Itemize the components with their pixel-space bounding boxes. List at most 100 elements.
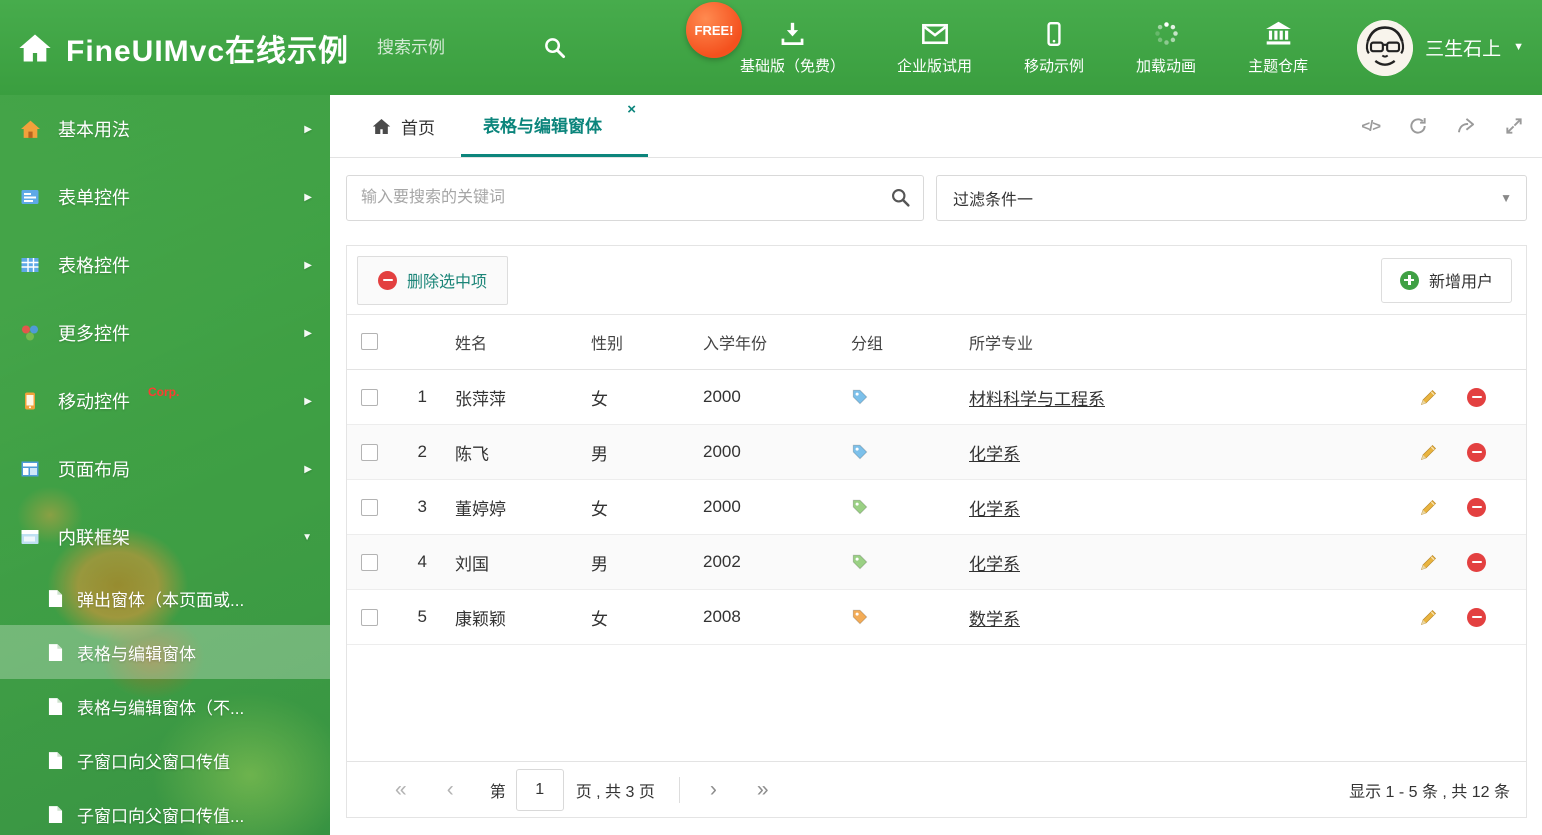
sidebar-item-label: 页面布局	[58, 460, 130, 480]
table-header: 姓名 性别 入学年份 分组 所学专业	[347, 315, 1526, 370]
col-group: 分组	[851, 336, 884, 353]
row-number: 2	[417, 442, 427, 461]
page-icon	[48, 751, 63, 770]
next-page-button[interactable]: ›	[690, 779, 737, 800]
header-nav-item-phone[interactable]: 移动示例	[1006, 20, 1102, 76]
sidebar-subitem[interactable]: 表格与编辑窗体（不...	[0, 679, 330, 733]
expand-icon[interactable]	[1504, 116, 1524, 136]
cell-gender: 男	[591, 554, 608, 574]
header-nav: 基础版（免费） 企业版试用 移动示例 加载动画 主题仓库	[722, 0, 1326, 95]
sidebar-menu: 基本用法 ▶ 表单控件 ▶ 表格控件 ▶ 更多控件 ▶ 移动控件 Corp. ▶ 页面布局 ▶ 内联框架 ▼…	[0, 95, 330, 835]
tab-active[interactable]: 表格与编辑窗体 ×	[461, 95, 648, 157]
cell-gender: 女	[591, 609, 608, 629]
keyword-search-input[interactable]	[347, 176, 923, 220]
table-row: 4 刘国 男 2002 化学系	[347, 535, 1526, 590]
sidebar-item[interactable]: 移动控件 Corp. ▶	[0, 367, 330, 435]
header-nav-label: 主题仓库	[1248, 57, 1309, 75]
table-row: 2 陈飞 男 2000 化学系	[347, 425, 1526, 480]
sidebar-item[interactable]: 更多控件 ▶	[0, 299, 330, 367]
first-page-button[interactable]: «	[375, 779, 427, 800]
edit-icon[interactable]	[1419, 497, 1439, 517]
cell-year: 2000	[703, 442, 741, 461]
row-checkbox[interactable]	[361, 609, 378, 627]
app-title: FineUIMvc在线示例	[66, 34, 350, 68]
chevron-right-icon: ▶	[304, 123, 312, 135]
header-search-input[interactable]	[377, 37, 528, 58]
add-user-button[interactable]: 新增用户	[1380, 257, 1512, 303]
row-number: 3	[417, 497, 427, 516]
sidebar-item-label: 移动控件	[58, 392, 130, 412]
cell-name: 张萍萍	[455, 389, 506, 409]
home-logo-icon[interactable]	[18, 31, 52, 65]
edit-icon[interactable]	[1419, 607, 1439, 627]
spinner-icon	[1153, 20, 1180, 48]
header-nav-item-envelope[interactable]: 企业版试用	[879, 20, 990, 76]
search-icon[interactable]	[890, 187, 911, 208]
last-page-button[interactable]: »	[737, 779, 789, 800]
major-link[interactable]: 数学系	[969, 610, 1020, 629]
sidebar-subitem[interactable]: 子窗口向父窗口传值...	[0, 787, 330, 835]
cell-year: 2008	[703, 607, 741, 626]
edit-icon[interactable]	[1419, 387, 1439, 407]
edit-icon[interactable]	[1419, 442, 1439, 462]
filter-dropdown[interactable]: 过滤条件一 ▼	[936, 175, 1527, 221]
sidebar-item[interactable]: 表格控件 ▶	[0, 231, 330, 299]
app-root: FineUIMvc在线示例 FREE! 基础版（免费） 企业版试用 移动示例 加载动画…	[0, 0, 1542, 835]
header-nav-label: 移动示例	[1024, 57, 1085, 75]
delete-selected-button[interactable]: 删除选中项	[357, 255, 509, 305]
delete-icon[interactable]	[1467, 442, 1486, 462]
row-checkbox[interactable]	[361, 389, 378, 407]
home-icon	[372, 117, 391, 136]
pager-divider	[678, 776, 680, 803]
cell-name: 陈飞	[455, 444, 489, 464]
sidebar-item[interactable]: 表单控件 ▶	[0, 163, 330, 231]
sidebar-item[interactable]: 页面布局 ▶	[0, 435, 330, 503]
major-link[interactable]: 化学系	[969, 445, 1020, 464]
refresh-icon[interactable]	[1408, 116, 1428, 136]
delete-icon[interactable]	[1467, 497, 1486, 517]
page-number-input[interactable]	[515, 768, 564, 811]
page-label-suffix: 页 , 共 3 页	[575, 783, 655, 801]
delete-icon[interactable]	[1467, 607, 1486, 627]
close-icon[interactable]: ×	[627, 102, 636, 117]
frame-icon	[18, 527, 42, 547]
sidebar-item[interactable]: 内联框架 ▼	[0, 503, 330, 571]
header-nav-item-spinner[interactable]: 加载动画	[1118, 20, 1214, 76]
major-link[interactable]: 化学系	[969, 555, 1020, 574]
row-checkbox[interactable]	[361, 499, 378, 517]
select-all-checkbox[interactable]	[361, 333, 378, 351]
user-menu[interactable]: 三生石上 ▼	[1357, 0, 1524, 95]
source-code-icon[interactable]: </>	[1361, 118, 1381, 135]
sidebar-subitem[interactable]: 弹出窗体（本页面或...	[0, 571, 330, 625]
prev-page-button[interactable]: ‹	[427, 779, 474, 800]
tab-home[interactable]: 首页	[360, 95, 447, 157]
pagination-bar: « ‹ 第 页 , 共 3 页 › » 显示 1 - 5 条 , 共 12 条	[347, 761, 1526, 817]
sidebar-subitem-label: 表格与编辑窗体	[77, 644, 196, 664]
header-nav-item-download[interactable]: 基础版（免费）	[722, 20, 863, 76]
header-nav-item-bank[interactable]: 主题仓库	[1230, 20, 1326, 76]
tab-active-label: 表格与编辑窗体	[483, 117, 602, 136]
tab-home-label: 首页	[401, 118, 435, 138]
sidebar-subitem[interactable]: 子窗口向父窗口传值	[0, 733, 330, 787]
major-link[interactable]: 材料科学与工程系	[969, 390, 1105, 409]
caret-down-icon: ▼	[1500, 191, 1512, 205]
sidebar-item[interactable]: 基本用法 ▶	[0, 95, 330, 163]
download-icon	[779, 20, 806, 48]
tag-icon	[851, 443, 869, 461]
cell-gender: 男	[591, 444, 608, 464]
edit-icon[interactable]	[1419, 552, 1439, 572]
main-content: 首页 表格与编辑窗体 × </> 过滤条件一 ▼	[330, 95, 1542, 835]
share-icon[interactable]	[1456, 116, 1476, 136]
sidebar-subitem[interactable]: 表格与编辑窗体	[0, 625, 330, 679]
major-link[interactable]: 化学系	[969, 500, 1020, 519]
page-icon	[48, 643, 63, 662]
header-search	[377, 36, 566, 59]
delete-icon[interactable]	[1467, 387, 1486, 407]
row-checkbox[interactable]	[361, 554, 378, 572]
col-gender: 性别	[591, 336, 624, 353]
page-icon	[48, 589, 63, 608]
sidebar-subitem-label: 子窗口向父窗口传值...	[77, 806, 245, 826]
row-checkbox[interactable]	[361, 444, 378, 462]
delete-icon[interactable]	[1467, 552, 1486, 572]
search-icon[interactable]	[543, 36, 566, 59]
